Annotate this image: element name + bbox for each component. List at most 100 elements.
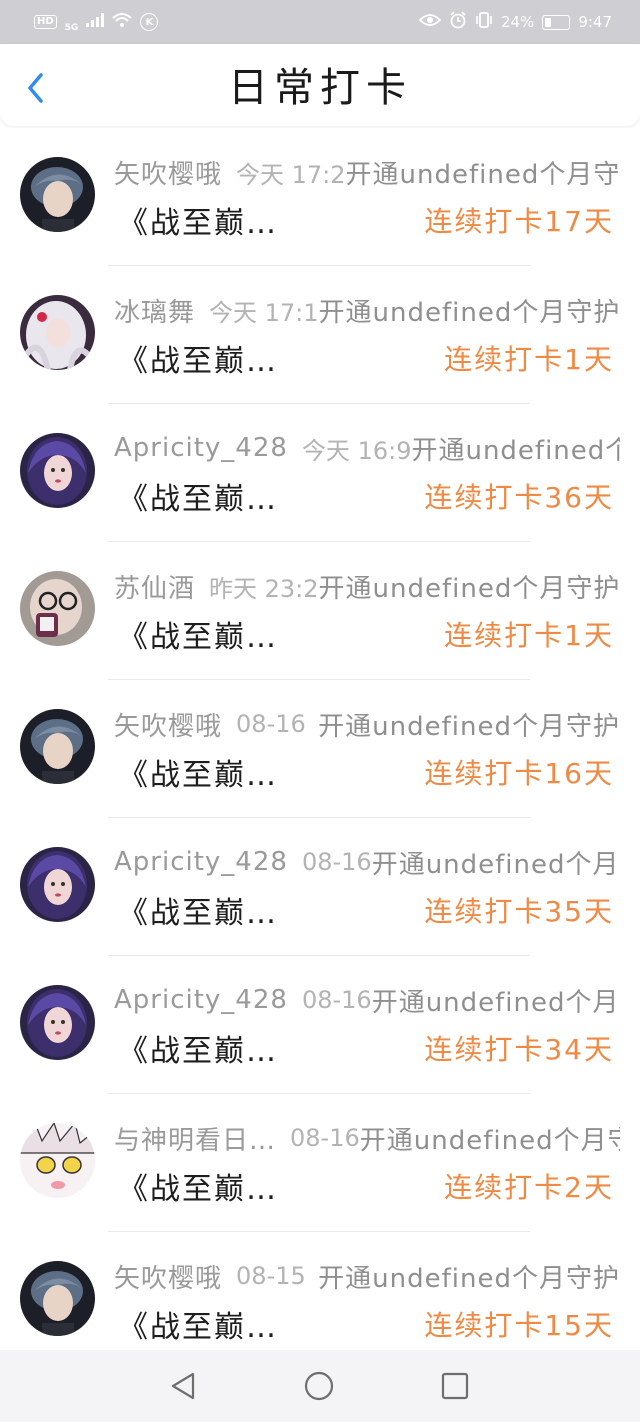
game-title: 《战至巅… <box>118 482 278 517</box>
list-item[interactable]: 苏仙酒 昨天 23:2 开通undefined个月守护《战至巅… 连续打卡1天 <box>0 542 640 680</box>
avatar[interactable] <box>20 157 95 232</box>
streak-count: 连续打卡16天 <box>424 757 614 790</box>
list-item[interactable]: 矢吹樱哦 08-16 开通undefined个月守护《战至巅… 连续打卡16天 <box>0 680 640 818</box>
timestamp: 08-16 <box>290 1124 360 1152</box>
record-detail: 《战至巅… 连续打卡35天 <box>118 888 614 932</box>
record-detail: 《战至巅… 连续打卡36天 <box>118 474 614 518</box>
action-text: 开通undefined个月守护 <box>411 435 620 466</box>
streak-count: 连续打卡1天 <box>444 343 614 376</box>
wifi-icon <box>112 12 132 32</box>
status-left: HD 5G K <box>34 11 159 33</box>
status-bar: HD 5G K 24% 9:47 <box>0 0 640 44</box>
action-text: 开通undefined个月守护 <box>371 849 620 880</box>
battery-icon <box>542 14 571 30</box>
action-text: 开通undefined个月守护 <box>371 987 620 1018</box>
triangle-back-icon <box>171 1372 195 1400</box>
record-detail: 《战至巅… 连续打卡2天 <box>118 1164 614 1208</box>
streak-count: 连续打卡34天 <box>424 1033 614 1066</box>
streak-count: 连续打卡2天 <box>444 1171 614 1204</box>
game-title: 《战至巅… <box>118 344 278 379</box>
record-header: 与神明看日… 08-16开通undefined个月守护 <box>114 1116 620 1160</box>
avatar[interactable] <box>20 847 95 922</box>
list-item[interactable]: 冰璃舞 今天 17:1 开通undefined个月守护《战至巅… 连续打卡1天 <box>0 266 640 404</box>
avatar[interactable] <box>20 295 95 370</box>
signal-icon <box>86 13 105 31</box>
record-detail: 《战至巅… 连续打卡34天 <box>118 1026 614 1070</box>
timestamp: 08-15 <box>236 1262 306 1290</box>
record-detail: 《战至巅… 连续打卡15天 <box>118 1302 614 1346</box>
record-detail: 《战至巅… 连续打卡17天 <box>118 198 614 242</box>
list-item[interactable]: Apricity_428 今天 16:9开通undefined个月守护《战至巅… 连… <box>0 404 640 542</box>
record-header: Apricity_428 08-16开通undefined个月守护 <box>114 978 620 1022</box>
timestamp: 今天 17:2 <box>236 160 346 189</box>
clock: 9:47 <box>578 13 612 31</box>
game-title: 《战至巅… <box>118 1310 278 1345</box>
timestamp: 08-16 <box>236 710 306 738</box>
username[interactable]: 苏仙酒 <box>114 568 195 605</box>
record-header: 矢吹樱哦 08-16 开通undefined个月守护 <box>114 702 620 746</box>
avatar[interactable] <box>20 985 95 1060</box>
streak-count: 连续打卡17天 <box>424 205 614 238</box>
username[interactable]: Apricity_428 <box>114 433 288 463</box>
timestamp: 08-16 <box>301 986 372 1014</box>
streak-count: 连续打卡35天 <box>424 895 614 928</box>
streak-count: 连续打卡15天 <box>424 1309 614 1342</box>
username[interactable]: 冰璃舞 <box>114 292 195 329</box>
record-header: 苏仙酒 昨天 23:2 开通undefined个月守护 <box>114 564 620 608</box>
game-title: 《战至巅… <box>118 1034 278 1069</box>
game-title: 《战至巅… <box>118 896 278 931</box>
nav-home-button[interactable] <box>303 1370 335 1402</box>
status-right: 24% 9:47 <box>418 11 612 33</box>
avatar[interactable] <box>20 571 95 646</box>
streak-count: 连续打卡1天 <box>444 619 614 652</box>
avatar[interactable] <box>20 433 95 508</box>
system-nav-bar <box>0 1350 640 1422</box>
action-text: 开通undefined个月守护 <box>359 1125 620 1156</box>
list-item[interactable]: 与神明看日… 08-16开通undefined个月守护《战至巅… 连续打卡2天 <box>0 1094 640 1232</box>
action-text: 开通undefined个月守护 <box>318 711 620 742</box>
username[interactable]: 矢吹樱哦 <box>114 154 222 191</box>
record-header: 冰璃舞 今天 17:1 开通undefined个月守护 <box>114 288 620 332</box>
username[interactable]: 矢吹樱哦 <box>114 1258 222 1295</box>
hd-badge: HD <box>34 15 57 29</box>
nav-back-button[interactable] <box>167 1370 199 1402</box>
eye-icon <box>418 13 442 31</box>
avatar[interactable] <box>20 709 95 784</box>
action-text: 开通undefined个月守护 <box>318 297 620 328</box>
list-item[interactable]: Apricity_428 08-16开通undefined个月守护《战至巅… 连续打… <box>0 956 640 1094</box>
timestamp: 今天 16:9 <box>301 436 412 465</box>
avatar[interactable] <box>20 1123 95 1198</box>
vibrate-icon <box>475 12 493 32</box>
checkin-list[interactable]: 矢吹樱哦 今天 17:2 开通undefined个月守护 《战至巅… 连续打卡17天 冰璃… <box>0 128 640 1350</box>
record-header: Apricity_428 08-16开通undefined个月守护 <box>114 840 620 884</box>
page-title: 日常打卡 <box>228 65 412 111</box>
nav-recents-button[interactable] <box>439 1370 471 1402</box>
alarm-icon <box>449 11 467 33</box>
k-app-icon: K <box>140 13 159 31</box>
timestamp: 昨天 23:2 <box>209 574 319 603</box>
network-type: 5G <box>64 23 79 33</box>
avatar[interactable] <box>20 1261 95 1336</box>
username[interactable]: 矢吹樱哦 <box>114 706 222 743</box>
record-header: Apricity_428 今天 16:9开通undefined个月守护 <box>114 426 620 470</box>
list-item[interactable]: Apricity_428 08-16开通undefined个月守护《战至巅… 连续打… <box>0 818 640 956</box>
list-item[interactable]: 矢吹樱哦 今天 17:2 开通undefined个月守护《战至巅… 连续打卡17天 <box>0 128 640 266</box>
username[interactable]: 与神明看日… <box>114 1120 276 1157</box>
game-title: 《战至巅… <box>118 1172 278 1207</box>
action-text: 开通undefined个月守护 <box>318 1263 620 1294</box>
square-recents-icon <box>441 1372 469 1400</box>
username[interactable]: Apricity_428 <box>114 985 288 1015</box>
action-text: 开通undefined个月守护 <box>345 159 620 190</box>
username[interactable]: Apricity_428 <box>114 847 288 877</box>
timestamp: 08-16 <box>301 848 372 876</box>
list-item[interactable]: 矢吹樱哦 08-15 开通undefined个月守护《战至巅… 连续打卡15天 <box>0 1232 640 1350</box>
game-title: 《战至巅… <box>118 206 278 241</box>
game-title: 《战至巅… <box>118 758 278 793</box>
record-header: 矢吹樱哦 今天 17:2 开通undefined个月守护 <box>114 150 620 194</box>
record-detail: 《战至巅… 连续打卡1天 <box>118 336 614 380</box>
record-header: 矢吹樱哦 08-15 开通undefined个月守护 <box>114 1254 620 1298</box>
game-title: 《战至巅… <box>118 620 278 655</box>
action-text: 开通undefined个月守护 <box>318 573 620 604</box>
streak-count: 连续打卡36天 <box>424 481 614 514</box>
header: 日常打卡 <box>0 44 640 126</box>
